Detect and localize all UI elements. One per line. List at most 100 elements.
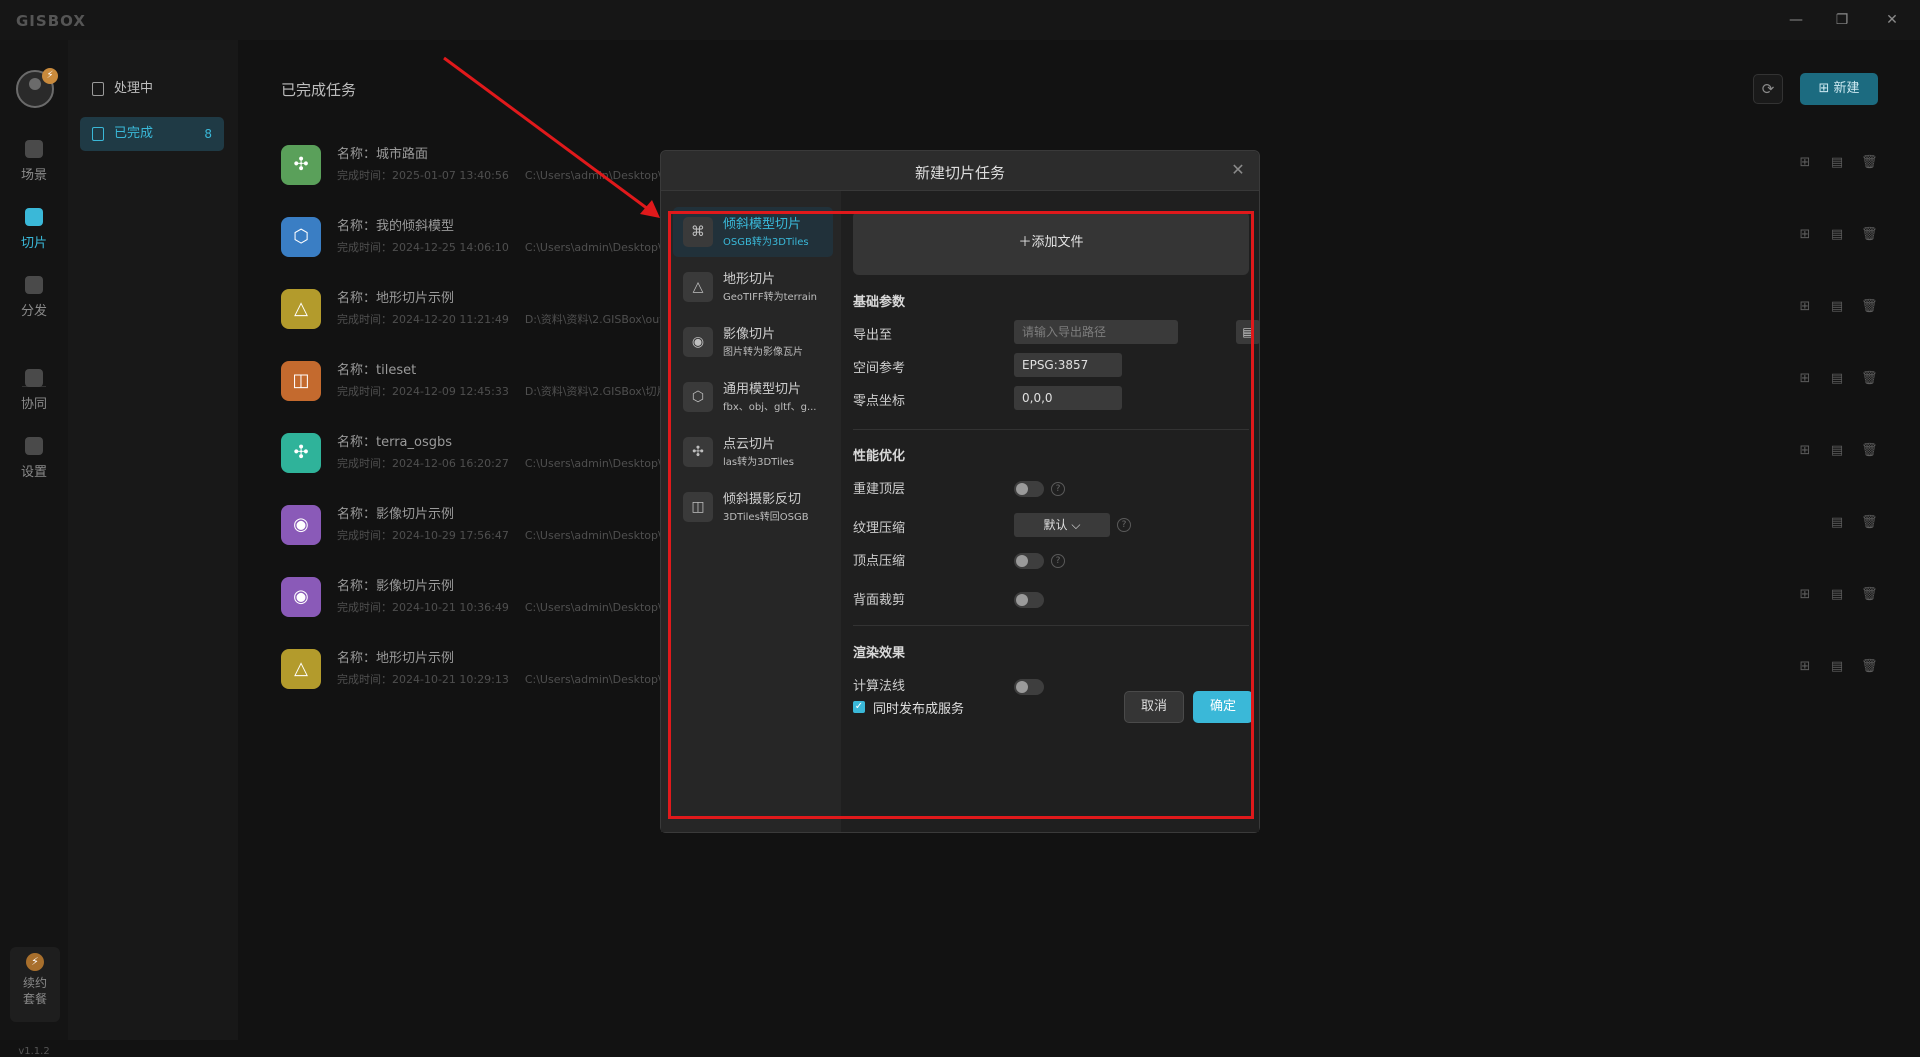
add-file-button[interactable]: ＋添加文件 <box>853 211 1249 275</box>
task-name: 名称：城市路面 <box>337 147 429 162</box>
slice-type-subtitle: fbx、obj、gltf、g... <box>723 402 817 413</box>
new-slice-task-dialog: 新建切片任务 ✕ ⌘ 倾斜模型切片 OSGB转为3DTiles △ 地形切片 GeoTIF… <box>660 150 1260 833</box>
subnav-label: 处理中 <box>114 81 154 96</box>
rail-item-label: 场景 <box>20 168 47 183</box>
rail-item-distribute[interactable]: 分发 <box>0 276 68 319</box>
publish-icon[interactable]: ⊞ <box>1797 659 1813 675</box>
document-check-icon <box>92 127 104 141</box>
page-title: 已完成任务 <box>281 81 357 99</box>
slice-type-item[interactable]: ◉ 影像切片 图片转为影像瓦片 <box>673 317 833 367</box>
delete-icon[interactable]: 🗑 <box>1861 227 1878 243</box>
task-meta: 完成时间：2024-10-29 17:56:47 C:\Users\admin\D… <box>337 527 684 543</box>
publish-icon[interactable]: ⊞ <box>1797 227 1813 243</box>
publish-icon[interactable]: ⊞ <box>1797 299 1813 315</box>
texture-select[interactable]: 默认 ⌵ <box>1014 513 1110 537</box>
delete-icon[interactable]: 🗑 <box>1861 155 1878 171</box>
task-type-icon: ◫ <box>281 361 321 401</box>
rail-item-label: 设置 <box>20 465 47 480</box>
rebuild-label: 重建顶层 <box>853 482 906 497</box>
document-icon[interactable]: ▤ <box>1829 587 1845 603</box>
document-icon[interactable]: ▤ <box>1829 299 1845 315</box>
section-perf-title: 性能优化 <box>853 449 906 464</box>
minimize-button[interactable]: — <box>1778 8 1814 32</box>
new-label: 新建 <box>1833 81 1860 96</box>
slice-type-item[interactable]: ◫ 倾斜摄影反切 3DTiles转回OSGB <box>673 482 833 532</box>
confirm-button[interactable]: 确定 <box>1193 691 1253 723</box>
delete-icon[interactable]: 🗑 <box>1861 515 1878 531</box>
publish-icon[interactable]: ⊞ <box>1797 371 1813 387</box>
publish-icon[interactable]: ⊞ <box>1797 155 1813 171</box>
task-name: 名称：地形切片示例 <box>337 291 455 306</box>
slice-type-icon: ◉ <box>683 327 713 357</box>
task-meta: 完成时间：2024-12-20 11:21:49 D:\资料\资料\2.GISBo… <box>337 311 664 327</box>
slice-type-item[interactable]: ⬡ 通用模型切片 fbx、obj、gltf、g... <box>673 372 833 422</box>
publish-icon[interactable]: ⊞ <box>1797 587 1813 603</box>
slice-type-item[interactable]: ⌘ 倾斜模型切片 OSGB转为3DTiles <box>673 207 833 257</box>
close-icon[interactable]: ✕ <box>1229 161 1247 179</box>
backface-label: 背面裁剪 <box>853 593 906 608</box>
document-icon[interactable]: ▤ <box>1829 371 1845 387</box>
close-button[interactable]: ✕ <box>1874 8 1910 32</box>
rail-item-slice[interactable]: 切片 <box>0 208 68 251</box>
document-icon[interactable]: ▤ <box>1829 443 1845 459</box>
rail-item-label: 协同 <box>20 397 47 412</box>
subnav-item-processing[interactable]: 处理中 <box>80 72 224 106</box>
srs-input[interactable]: EPSG:3857 <box>1014 353 1122 377</box>
slice-type-item[interactable]: ✣ 点云切片 las转为3DTiles <box>673 427 833 477</box>
export-path-input[interactable]: 请输入导出路径 <box>1014 320 1178 344</box>
restore-button[interactable]: ❐ <box>1824 8 1860 32</box>
origin-input[interactable]: 0,0,0 <box>1014 386 1122 410</box>
rail-item-collab[interactable]: 协同 <box>0 369 68 412</box>
delete-icon[interactable]: 🗑 <box>1861 371 1878 387</box>
rail-item-label: 分发 <box>20 304 47 319</box>
new-task-button[interactable]: ⊞ 新建 <box>1800 73 1878 105</box>
srs-label: 空间参考 <box>853 361 906 376</box>
task-meta: 完成时间：2024-10-21 10:29:13 C:\Users\admin\D… <box>337 671 687 687</box>
publish-icon[interactable]: ⊞ <box>1797 443 1813 459</box>
delete-icon[interactable]: 🗑 <box>1861 299 1878 315</box>
help-icon[interactable]: ? <box>1117 518 1131 532</box>
slice-type-list: ⌘ 倾斜模型切片 OSGB转为3DTiles △ 地形切片 GeoTIFF转为terrai… <box>661 191 841 832</box>
cancel-button[interactable]: 取消 <box>1124 691 1184 723</box>
publish-checkbox[interactable]: ✓ <box>853 701 865 713</box>
task-actions: ⊞ ▤ 🗑 <box>1797 587 1897 607</box>
document-icon[interactable]: ▤ <box>1829 227 1845 243</box>
task-actions: ⊞ ▤ 🗑 <box>1797 443 1897 463</box>
delete-icon[interactable]: 🗑 <box>1861 587 1878 603</box>
slice-icon <box>25 208 43 226</box>
title-bar: GISBOX — ❐ ✕ <box>0 0 1920 40</box>
subnav-item-completed[interactable]: 已完成 8 <box>80 117 224 151</box>
task-meta: 完成时间：2025-01-07 13:40:56 C:\Users\admin\D… <box>337 167 684 183</box>
slice-type-icon: ◫ <box>683 492 713 522</box>
folder-browse-icon[interactable]: ▤ <box>1236 320 1260 344</box>
app-logo: GISBOX <box>16 12 86 30</box>
rail-item-settings[interactable]: 设置 <box>0 437 68 480</box>
collab-icon <box>25 369 43 387</box>
document-icon <box>92 82 104 96</box>
rail-item-scene[interactable]: 场景 <box>0 140 68 183</box>
task-type-icon: ◉ <box>281 577 321 617</box>
divider <box>853 625 1249 626</box>
task-type-icon: ✣ <box>281 145 321 185</box>
help-icon[interactable]: ? <box>1051 554 1065 568</box>
rebuild-toggle[interactable] <box>1014 481 1044 497</box>
slice-type-title: 点云切片 <box>723 437 776 452</box>
slice-type-subtitle: GeoTIFF转为terrain <box>723 292 817 303</box>
document-icon[interactable]: ▤ <box>1829 659 1845 675</box>
slice-type-title: 地形切片 <box>723 272 776 287</box>
plus-box-icon: ⊞ <box>1818 81 1834 96</box>
task-type-icon: ◉ <box>281 505 321 545</box>
document-icon[interactable]: ▤ <box>1829 155 1845 171</box>
vertex-toggle[interactable] <box>1014 553 1044 569</box>
delete-icon[interactable]: 🗑 <box>1861 443 1878 459</box>
backface-toggle[interactable] <box>1014 592 1044 608</box>
normals-toggle[interactable] <box>1014 679 1044 695</box>
document-icon[interactable]: ▤ <box>1829 515 1845 531</box>
refresh-button[interactable]: ⟳ <box>1753 74 1783 104</box>
help-icon[interactable]: ? <box>1051 482 1065 496</box>
delete-icon[interactable]: 🗑 <box>1861 659 1878 675</box>
renew-plan-button[interactable]: ⚡ 续约套餐 <box>10 947 60 1022</box>
slice-type-subtitle: OSGB转为3DTiles <box>723 237 809 248</box>
settings-icon <box>25 437 43 455</box>
slice-type-item[interactable]: △ 地形切片 GeoTIFF转为terrain <box>673 262 833 312</box>
